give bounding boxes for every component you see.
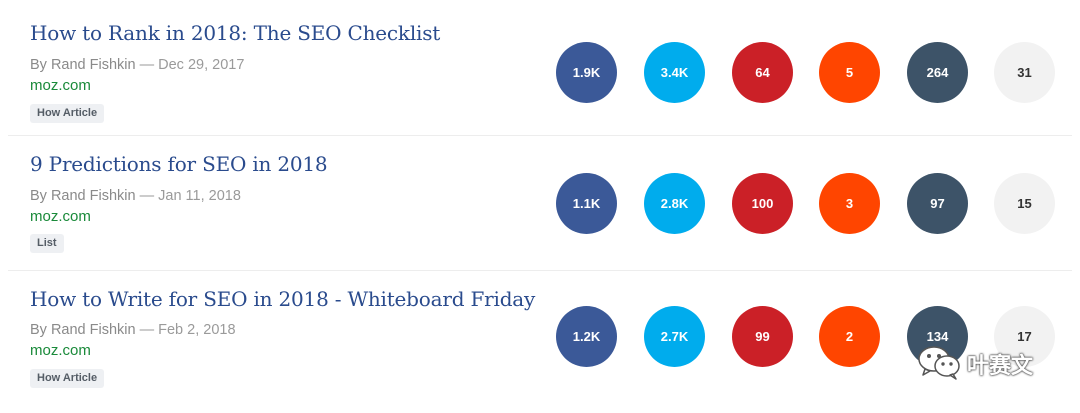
domain-link[interactable]: moz.com (30, 342, 91, 360)
list-item: 9 Predictions for SEO in 2018 By Rand Fi… (0, 136, 1080, 270)
article-title-link[interactable]: How to Write for SEO in 2018 - Whiteboar… (30, 286, 535, 312)
reddit-engagement-count[interactable]: 2 (819, 306, 880, 367)
author-name: By Rand Fishkin (30, 57, 136, 73)
pinterest-share-count[interactable]: 100 (732, 173, 793, 234)
twitter-share-count[interactable]: 2.7K (644, 306, 705, 367)
linking-domains-count[interactable]: 97 (907, 173, 968, 234)
article-title-link[interactable]: 9 Predictions for SEO in 2018 (30, 151, 328, 177)
reddit-engagement-count[interactable]: 5 (819, 42, 880, 103)
publish-date: — Dec 29, 2017 (139, 57, 245, 73)
publish-date: — Feb 2, 2018 (139, 322, 236, 338)
byline: By Rand Fishkin — Dec 29, 2017 (30, 56, 244, 74)
byline: By Rand Fishkin — Feb 2, 2018 (30, 321, 236, 339)
article-title-link[interactable]: How to Rank in 2018: The SEO Checklist (30, 20, 440, 46)
content-type-badge: How Article (30, 104, 105, 123)
pinterest-share-count[interactable]: 99 (732, 306, 793, 367)
reddit-engagement-count[interactable]: 3 (819, 173, 880, 234)
content-type-badge: List (30, 234, 64, 253)
watermark: 叶赛文 (917, 343, 1033, 385)
linking-domains-count[interactable]: 264 (907, 42, 968, 103)
pinterest-share-count[interactable]: 64 (732, 42, 793, 103)
content-type-badge: How Article (30, 369, 105, 388)
evergreen-score[interactable]: 15 (994, 173, 1055, 234)
author-name: By Rand Fishkin (30, 188, 136, 204)
evergreen-score[interactable]: 31 (994, 42, 1055, 103)
author-name: By Rand Fishkin (30, 322, 136, 338)
watermark-text: 叶赛文 (967, 353, 1034, 378)
facebook-engagement-count[interactable]: 1.1K (556, 173, 617, 234)
twitter-share-count[interactable]: 2.8K (644, 173, 705, 234)
facebook-engagement-count[interactable]: 1.9K (556, 42, 617, 103)
wechat-icon (917, 344, 961, 385)
publish-date: — Jan 11, 2018 (139, 188, 241, 204)
domain-link[interactable]: moz.com (30, 208, 91, 226)
facebook-engagement-count[interactable]: 1.2K (556, 306, 617, 367)
domain-link[interactable]: moz.com (30, 77, 91, 95)
twitter-share-count[interactable]: 3.4K (644, 42, 705, 103)
list-item: How to Write for SEO in 2018 - Whiteboar… (0, 271, 1080, 413)
list-item: How to Rank in 2018: The SEO Checklist B… (0, 0, 1080, 135)
byline: By Rand Fishkin — Jan 11, 2018 (30, 187, 241, 205)
